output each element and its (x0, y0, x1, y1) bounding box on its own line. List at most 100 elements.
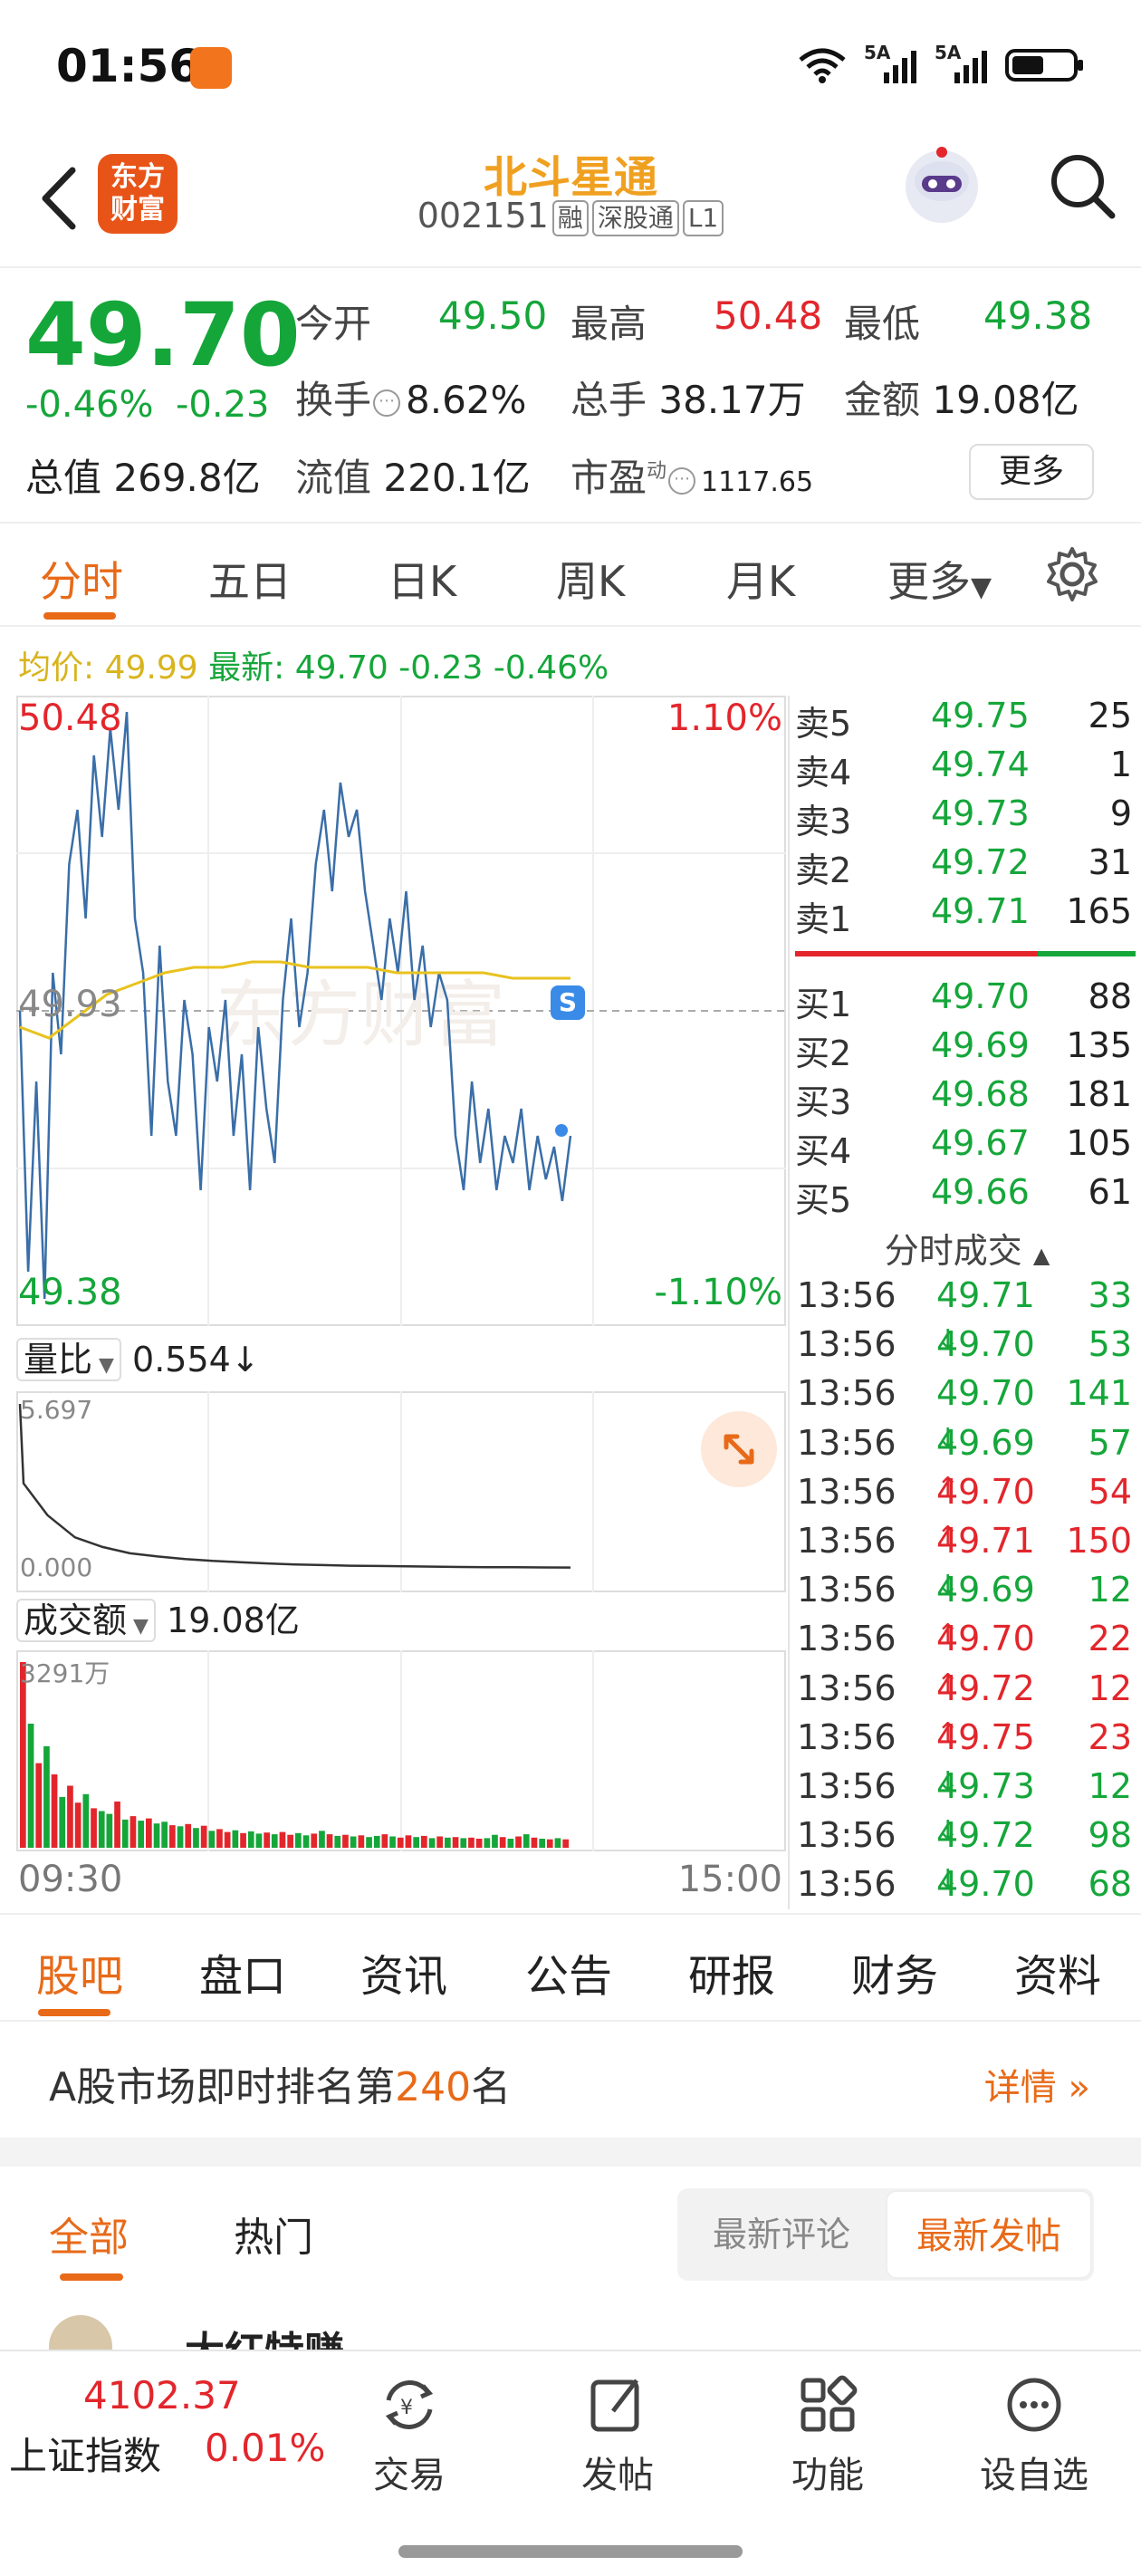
post-preview[interactable]: 大红特赚 (49, 2315, 502, 2351)
order-book: 卖5 49.75 25 卖4 49.74 1 卖3 49.73 9 卖2 49.72 31 卖1 49.7… (793, 696, 1141, 1220)
tab-all-posts[interactable]: 全部 (49, 2205, 129, 2263)
assistant-robot-icon[interactable] (896, 139, 987, 230)
index-pct[interactable]: 0.01% (205, 2426, 325, 2470)
amount-bar (484, 1838, 491, 1848)
trade-qty: 53 (1088, 1324, 1132, 1365)
avatar[interactable] (49, 2315, 112, 2351)
bid-row[interactable]: 买4 49.67 105 (793, 1123, 1136, 1172)
volume-ratio-label: 量比 (24, 1340, 93, 1379)
volume-value: 38.17万 (658, 378, 806, 422)
amount-bar (177, 1826, 184, 1848)
amount-selector[interactable]: 成交额 ▼ (16, 1599, 156, 1642)
trades-title[interactable]: 分时成交 ▲ (793, 1223, 1141, 1273)
index-value[interactable]: 4102.37 (83, 2373, 241, 2417)
trade-direction: ↑ (936, 1619, 960, 1651)
bid-price: 49.68 (931, 1074, 1030, 1114)
amount-bar (146, 1818, 152, 1848)
info-icon[interactable]: ⋯ (668, 466, 696, 495)
price-chart[interactable]: 东方财富 (16, 696, 786, 1326)
trade-time: 13:56 (797, 1766, 896, 1806)
trade-qty: 68 (1088, 1864, 1132, 1905)
tab-daily-k[interactable]: 日K (388, 549, 456, 609)
intraday-chart-area[interactable]: 东方财富 50.48 1.10% 49.93 49.38 -1.10% S 量比… (16, 696, 786, 1909)
bid-qty: 105 (1066, 1123, 1132, 1163)
info-icon[interactable]: ⋯ (373, 389, 401, 417)
tab-profile[interactable]: 资料 (1014, 1940, 1101, 2004)
pe-sup: 动 (647, 460, 667, 483)
nav-post[interactable]: 发帖 (554, 2373, 681, 2498)
bid-row[interactable]: 买2 49.69 135 (793, 1025, 1136, 1074)
nav-trade-label: 交易 (373, 2455, 446, 2496)
bid-label: 买3 (795, 1082, 852, 1122)
tab-more[interactable]: 更多▼ (887, 549, 992, 609)
tab-pankou[interactable]: 盘口 (199, 1940, 286, 2004)
high-field: 最高 (570, 293, 647, 349)
amount-bar (216, 1829, 223, 1848)
ask-row[interactable]: 卖1 49.71 165 (793, 891, 1136, 940)
latest-change: -0.23 (398, 649, 484, 687)
more-button[interactable]: 更多 (969, 444, 1094, 500)
tab-monthly-k[interactable]: 月K (726, 549, 795, 609)
trade-qty: 141 (1066, 1373, 1132, 1414)
price-axis-top: 50.48 (18, 697, 122, 739)
tab-news[interactable]: 资讯 (360, 1940, 447, 2004)
ask-row[interactable]: 卖4 49.74 1 (793, 745, 1136, 793)
home-indicator[interactable] (398, 2545, 743, 2558)
ask-label: 卖5 (795, 704, 852, 744)
wifi-icon (799, 48, 846, 83)
tab-hot-posts[interactable]: 热门 (234, 2205, 313, 2263)
trade-qty: 23 (1088, 1716, 1132, 1757)
ask-row[interactable]: 卖2 49.72 31 (793, 842, 1136, 891)
sort-latest-comment[interactable]: 最新评论 (677, 2188, 886, 2281)
sort-latest-post[interactable]: 最新发帖 (886, 2190, 1092, 2279)
amount-bar (121, 1819, 129, 1848)
bid-row[interactable]: 买1 49.70 88 (793, 976, 1136, 1025)
amount-selector-label: 成交额 (24, 1600, 128, 1640)
amount-bar (492, 1834, 498, 1848)
rank-text: A股市场即时排名第240名 (49, 2054, 511, 2112)
rank-bar[interactable]: A股市场即时排名第240名 详情 » (0, 2023, 1141, 2138)
amount-total: 19.08亿 (167, 1600, 300, 1640)
tab-five-day[interactable]: 五日 (208, 549, 292, 609)
search-icon[interactable] (1041, 145, 1123, 226)
bid-row[interactable]: 买5 49.66 61 (793, 1172, 1136, 1221)
bid-row[interactable]: 买3 49.68 181 (793, 1074, 1136, 1123)
pe-value: 1117.65 (701, 466, 814, 498)
rank-detail-link[interactable]: 详情 » (984, 2058, 1090, 2110)
chart-tabs: 分时 五日 日K 周K 月K 更多▼ (0, 525, 1141, 627)
tab-intraday[interactable]: 分时 (40, 549, 123, 609)
tab-research[interactable]: 研报 (688, 1940, 775, 2004)
amount-bar (515, 1836, 522, 1848)
settings-gear-icon[interactable] (1043, 545, 1101, 603)
tab-announcements[interactable]: 公告 (525, 1940, 612, 2004)
amount-bar (342, 1834, 349, 1848)
index-name[interactable]: 上证指数 (9, 2426, 161, 2481)
trade-time: 13:56 (797, 1864, 896, 1905)
nav-function[interactable]: 功能 (764, 2373, 891, 2498)
amount-bar (208, 1831, 216, 1848)
trade-row: 13:56 49.70 141 (793, 1373, 1136, 1422)
amount-bar (271, 1834, 278, 1848)
low-label: 最低 (844, 302, 921, 346)
trade-direction: ↓ (936, 1815, 960, 1848)
sell-signal-marker[interactable]: S (551, 985, 585, 1020)
bid-price: 49.70 (931, 976, 1030, 1016)
nav-trade[interactable]: ¥ 交易 (346, 2373, 473, 2498)
ask-row[interactable]: 卖5 49.75 25 (793, 696, 1136, 745)
amount-label: 金额 (844, 378, 921, 422)
trade-price-value: 49.71 (936, 1275, 1035, 1315)
tab-finance[interactable]: 财务 (851, 1940, 938, 2004)
trade-direction: ↓ (936, 1864, 960, 1897)
trade-qty: 54 (1088, 1471, 1132, 1512)
amount-bar (499, 1837, 506, 1848)
expand-icon[interactable] (701, 1411, 777, 1487)
amount-bar (428, 1838, 436, 1848)
nav-watchlist[interactable]: 设自选 (971, 2373, 1098, 2498)
tab-weekly-k[interactable]: 周K (556, 549, 625, 609)
trade-time: 13:56 (797, 1324, 896, 1365)
volume-ratio-selector[interactable]: 量比 ▼ (16, 1338, 121, 1381)
tab-guba[interactable]: 股吧 (36, 1940, 123, 2004)
nav-function-label: 功能 (791, 2455, 864, 2496)
ask-row[interactable]: 卖3 49.73 9 (793, 793, 1136, 842)
trade-qty: 22 (1088, 1619, 1132, 1659)
